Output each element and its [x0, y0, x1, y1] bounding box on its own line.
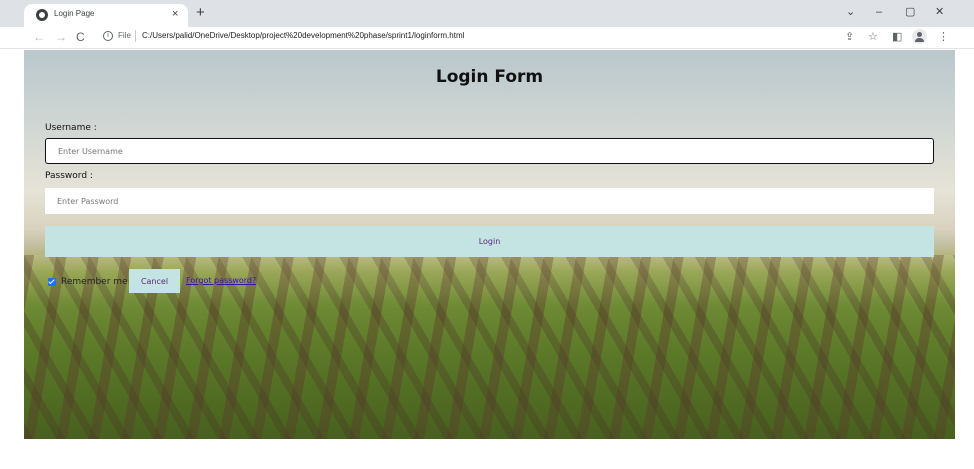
address-bar[interactable]: C:/Users/palid/OneDrive/Desktop/project%… — [142, 31, 464, 40]
profile-icon[interactable] — [912, 29, 927, 44]
close-window-button[interactable]: ✕ — [935, 6, 944, 18]
login-button[interactable]: Login — [45, 226, 934, 257]
tab-strip: Login Page × + ⌄ – ▢ ✕ — [0, 0, 974, 27]
star-icon[interactable]: ☆ — [868, 30, 878, 44]
globe-icon — [36, 9, 48, 21]
sidebar-icon[interactable]: ◧ — [892, 30, 902, 44]
tab-close-icon[interactable]: × — [172, 7, 178, 21]
password-input[interactable] — [45, 188, 934, 214]
browser-toolbar: ← → C i File C:/Users/palid/OneDrive/Des… — [0, 27, 974, 49]
page-title: Login Form — [435, 67, 544, 87]
remember-checkbox[interactable] — [48, 278, 56, 286]
back-button[interactable]: ← — [33, 30, 45, 44]
forgot-password-link[interactable]: Forgot password? — [186, 276, 256, 285]
new-tab-button[interactable]: + — [196, 5, 205, 20]
site-info-icon[interactable]: i — [103, 31, 113, 41]
reload-button[interactable]: C — [76, 30, 85, 44]
omnibox-divider — [135, 30, 136, 42]
browser-tab[interactable]: Login Page × — [24, 4, 188, 27]
remember-me[interactable]: Remember me — [48, 276, 128, 288]
page-viewport: Login Form Username : Password : Login R… — [24, 50, 955, 439]
restore-button[interactable]: ▢ — [905, 6, 915, 18]
minimize-button[interactable]: – — [876, 6, 882, 18]
tab-search-icon[interactable]: ⌄ — [846, 6, 855, 18]
share-icon[interactable]: ⇪ — [845, 30, 854, 44]
username-label: Username : — [45, 123, 97, 133]
url-scheme: File — [118, 31, 131, 40]
username-input[interactable] — [45, 138, 934, 164]
forward-button[interactable]: → — [55, 30, 67, 44]
tab-title: Login Page — [54, 9, 95, 18]
password-label: Password : — [45, 171, 93, 181]
menu-icon[interactable]: ⋮ — [938, 30, 949, 44]
remember-label: Remember me — [61, 277, 128, 287]
cancel-button[interactable]: Cancel — [129, 269, 180, 293]
